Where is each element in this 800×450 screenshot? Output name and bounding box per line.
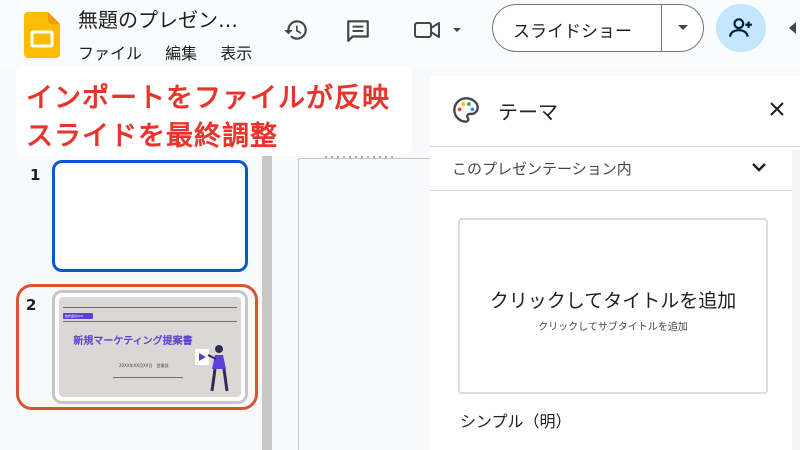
slide-2-preview: 株式会社XXX 新規マーケティング提案書 20XX年XX月XX日 営業部 xyxy=(59,297,241,397)
slideshow-label: スライドショー xyxy=(513,22,632,42)
theme-name: シンプル（明） xyxy=(460,412,572,431)
person-illustration-icon xyxy=(195,345,229,392)
company-badge: 株式会社XXX xyxy=(63,313,93,319)
theme-panel: テーマ このプレゼンテーション内 クリックしてタイトルを追加 クリックしてサブタ… xyxy=(430,76,800,450)
slide-2-meta: 20XX年XX月XX日 営業部 xyxy=(119,363,169,368)
filmstrip-scrollbar[interactable] xyxy=(262,156,272,450)
theme-card[interactable]: クリックしてタイトルを追加 クリックしてサブタイトルを追加 xyxy=(458,218,768,394)
panel-scrollbar[interactable] xyxy=(792,150,800,450)
menu-file[interactable]: ファイル xyxy=(78,44,142,63)
menu-view[interactable]: 表示 xyxy=(220,44,252,63)
slides-logo-icon[interactable] xyxy=(24,12,60,58)
annotation-line-2: スライドを最終調整 xyxy=(26,121,278,152)
annotation-callout: インポートをファイルが反映 スライドを最終調整 xyxy=(16,66,412,156)
comment-icon[interactable] xyxy=(340,12,376,48)
canvas-left-edge xyxy=(298,158,299,450)
divider-line xyxy=(113,377,183,378)
card-title: クリックしてタイトルを追加 xyxy=(489,290,737,312)
more-arrow-icon[interactable] xyxy=(786,20,800,36)
section-label[interactable]: このプレゼンテーション内 xyxy=(452,158,632,179)
divider-line xyxy=(63,321,237,322)
palette-icon xyxy=(453,97,479,123)
divider-line xyxy=(63,307,237,308)
document-title[interactable]: 無題のプレゼン… xyxy=(78,4,238,33)
slide-2-title: 新規マーケティング提案書 xyxy=(73,336,193,347)
video-camera-icon[interactable] xyxy=(410,12,466,48)
annotation-line-1: インポートをファイルが反映 xyxy=(26,83,390,114)
slideshow-button[interactable]: スライドショー xyxy=(492,4,704,52)
slide-canvas[interactable] xyxy=(272,126,430,450)
panel-title: テーマ xyxy=(498,100,558,124)
chevron-down-icon xyxy=(678,25,688,30)
menu-bar: ファイル 編集 表示 xyxy=(78,40,270,64)
panel-divider xyxy=(430,146,800,147)
card-subtitle: クリックしてサブタイトルを追加 xyxy=(538,322,688,333)
history-icon[interactable] xyxy=(278,12,314,48)
share-button[interactable] xyxy=(716,4,766,52)
close-icon[interactable] xyxy=(764,96,790,122)
add-person-icon xyxy=(729,18,752,37)
slideshow-dropdown[interactable] xyxy=(662,5,704,51)
menu-edit[interactable]: 編集 xyxy=(165,44,197,63)
chevron-down-icon[interactable] xyxy=(750,158,768,176)
slide-number: 1 xyxy=(30,166,41,184)
slide-thumbnail-2[interactable]: 株式会社XXX 新規マーケティング提案書 20XX年XX月XX日 営業部 xyxy=(52,290,248,404)
slide-thumbnail-1[interactable] xyxy=(52,160,248,272)
panel-divider xyxy=(430,190,800,191)
canvas-top-edge xyxy=(298,158,430,159)
top-bar: 無題のプレゼン… ファイル 編集 表示 スライドショー xyxy=(0,0,800,70)
